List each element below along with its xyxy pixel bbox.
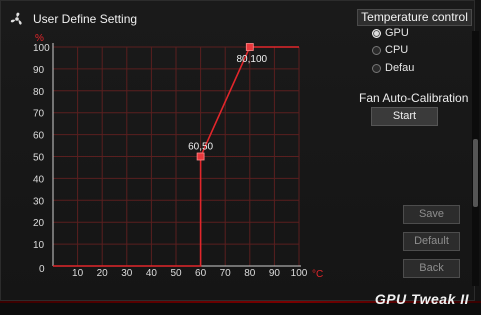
x-tick-label: 60 [195, 268, 207, 279]
radio-default-indicator[interactable] [372, 63, 381, 73]
x-tick-label: 40 [146, 268, 158, 279]
radio-default[interactable]: Defau [372, 61, 414, 75]
save-button[interactable]: Save [403, 205, 460, 224]
control-point-label: 60,50 [188, 142, 213, 153]
x-tick-label: 70 [220, 268, 232, 279]
y-tick-label: 40 [33, 174, 45, 185]
x-tick-label: 80 [244, 268, 256, 279]
radio-cpu-indicator[interactable] [372, 45, 381, 55]
y-tick-label: 50 [33, 153, 45, 164]
y-tick-label: 90 [33, 65, 45, 76]
y-tick-label: 60 [33, 131, 45, 142]
x-tick-label: 20 [97, 268, 109, 279]
brand-logo: GPU Tweak II [374, 291, 469, 307]
curve-control-point [245, 43, 254, 51]
scrollbar-thumb[interactable] [473, 139, 478, 207]
radio-gpu[interactable]: GPU [372, 26, 409, 40]
control-point-label: 80,100 [237, 54, 268, 65]
y-tick-label: 30 [33, 196, 45, 207]
default-button[interactable]: Default [403, 232, 460, 251]
y-tick-label: 80 [33, 87, 45, 98]
radio-default-label: Defau [385, 62, 415, 74]
x-tick-label: 100 [291, 268, 308, 279]
fan-auto-calibration-label: Fan Auto-Calibration [359, 91, 469, 105]
radio-cpu[interactable]: CPU [372, 43, 408, 57]
y-unit-label: % [35, 33, 44, 44]
vertical-scrollbar[interactable] [472, 31, 479, 286]
y-tick-label: 100 [33, 43, 50, 54]
curve-control-point [196, 152, 205, 161]
x-tick-label: 90 [269, 268, 281, 279]
radio-gpu-label: GPU [385, 27, 409, 39]
back-button[interactable]: Back [403, 259, 460, 278]
x-tick-label: 30 [121, 268, 133, 279]
radio-gpu-indicator[interactable] [372, 28, 381, 38]
y-tick-label: 70 [33, 109, 45, 120]
fan-curve-chart[interactable]: 0 10 20 30 40 50 60 70 80 90 100 10 20 30 40 50 60 70 80 90… [1, 1, 331, 291]
start-calibration-button[interactable]: Start [371, 107, 438, 126]
temperature-control-header: Temperature control [357, 9, 472, 26]
y-tick-label: 10 [33, 240, 45, 251]
x-tick-label: 10 [72, 268, 84, 279]
y-tick-label: 20 [33, 218, 45, 229]
x-tick-label: 50 [170, 268, 182, 279]
y-tick-label: 0 [39, 264, 45, 275]
x-unit-label: °C [312, 269, 323, 280]
fan-curve-window: User Define Setting 0 10 20 30 40 50 60 70 80 90 1… [0, 0, 479, 301]
radio-cpu-label: CPU [385, 44, 409, 56]
